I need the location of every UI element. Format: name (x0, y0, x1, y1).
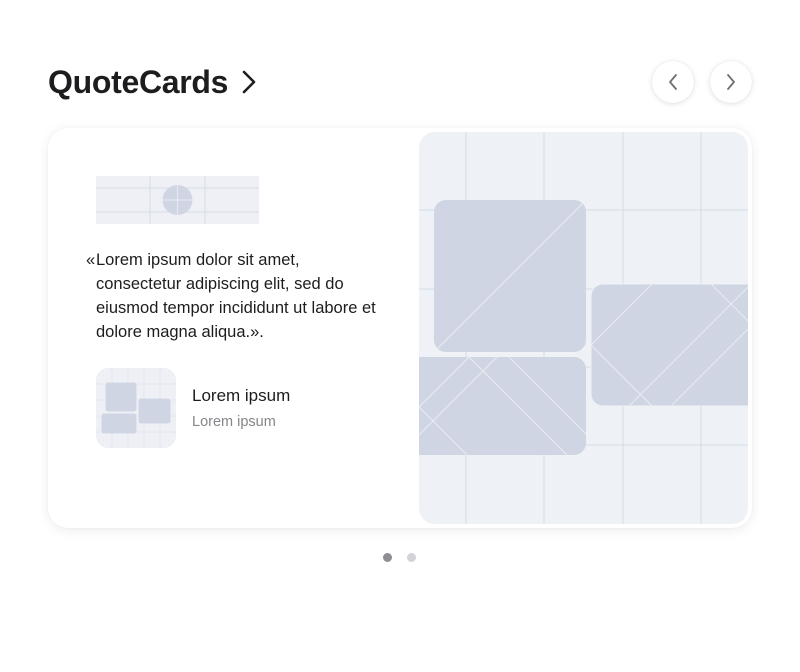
person-role: Lorem ipsum (192, 414, 276, 430)
person-name: Lorem ipsum (192, 386, 291, 405)
pagination-dots (383, 553, 417, 563)
quote-card: « Lorem ipsum dolor sit amet, consectetu… (48, 128, 752, 528)
logo-placeholder-icon (96, 176, 259, 224)
chevron-right-icon (727, 74, 735, 90)
chevron-right-icon (242, 70, 256, 94)
pagination-dot-1[interactable] (383, 553, 392, 562)
quote-block: « Lorem ipsum dolor sit amet, consectetu… (86, 248, 386, 344)
pagination-dot-2[interactable] (407, 553, 416, 562)
chevron-left-icon (669, 74, 677, 90)
section-header: QuoteCards (48, 60, 752, 106)
quote-text: Lorem ipsum dolor sit amet, consectetur … (96, 251, 376, 341)
previous-button[interactable] (652, 61, 694, 103)
quote-open-mark: « (86, 251, 96, 269)
image-placeholder-icon (419, 132, 748, 524)
section-title: QuoteCards (48, 64, 229, 100)
title-link[interactable]: QuoteCards (48, 62, 258, 102)
next-button[interactable] (710, 61, 752, 103)
avatar-placeholder-icon (96, 368, 176, 448)
